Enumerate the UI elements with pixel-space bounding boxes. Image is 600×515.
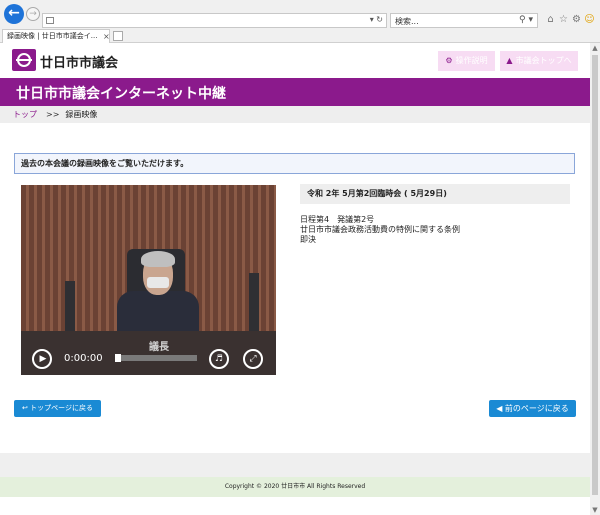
agenda-result: 即決 bbox=[300, 235, 316, 244]
page-favicon-icon bbox=[46, 17, 54, 24]
browser-tab[interactable]: 録画映像 | 廿日市市議会イ... × bbox=[2, 29, 110, 43]
council-top-button[interactable]: ▲ 市議会トップへ bbox=[500, 51, 578, 71]
video-player[interactable]: 議長 bbox=[21, 185, 276, 375]
gear-icon: ⚙ bbox=[445, 56, 453, 65]
video-progress-bar[interactable] bbox=[115, 354, 197, 362]
scroll-up-icon[interactable]: ▲ bbox=[590, 44, 600, 52]
arrow-return-icon: ↩ bbox=[22, 404, 28, 412]
video-speaker-mask bbox=[147, 277, 169, 288]
refresh-icon[interactable]: ▾ ↻ bbox=[370, 15, 383, 24]
site-name[interactable]: 廿日市市議会 bbox=[40, 52, 118, 71]
title-band: 廿日市市議会インターネット中継 bbox=[0, 78, 590, 106]
url-input[interactable]: ▾ ↻ bbox=[42, 13, 387, 28]
triangle-left-icon: ◀ bbox=[496, 404, 503, 413]
back-to-previous-button[interactable]: ◀ 前のページに戻る bbox=[489, 400, 576, 417]
agenda-subject: 廿日市市議会政務活動費の特例に関する条例 bbox=[300, 225, 460, 234]
breadcrumb: トップ >> 録画映像 bbox=[0, 106, 590, 123]
vertical-scrollbar[interactable]: ▲ ▼ bbox=[590, 43, 600, 515]
browser-address-bar: ← → ▾ ↻ 検索... ⚲ ▾ ⌂ ☆ ⚙ ☺ bbox=[0, 0, 600, 28]
breadcrumb-separator: >> bbox=[46, 110, 60, 119]
video-microphone-left bbox=[65, 281, 75, 331]
footer-spacer bbox=[0, 453, 590, 477]
meeting-detail: 日程第4 発議第2号 廿日市市議会政務活動費の特例に関する条例 即決 bbox=[300, 215, 570, 245]
breadcrumb-current: 録画映像 bbox=[65, 110, 98, 119]
name-plate: 議長 bbox=[149, 342, 169, 353]
help-button[interactable]: ⚙ 操作説明 bbox=[438, 51, 495, 71]
close-icon[interactable]: × bbox=[103, 30, 109, 43]
agenda-item: 日程第4 発議第2号 bbox=[300, 215, 375, 224]
search-icon[interactable]: ⚲ ▾ bbox=[519, 15, 533, 25]
page-content: 廿日市市議会 ⚙ 操作説明 ▲ 市議会トップへ 廿日市市議会インターネット中継 トッ… bbox=[0, 43, 590, 515]
gear-icon[interactable]: ⚙ bbox=[570, 13, 583, 27]
back-to-top-button[interactable]: ↩ トップページに戻る bbox=[14, 400, 101, 417]
favorites-star-icon[interactable]: ☆ bbox=[557, 13, 570, 27]
browser-search-input[interactable]: 検索... ⚲ ▾ bbox=[390, 13, 538, 28]
meeting-title: 令和 2年 5月第2回臨時会 ( 5月29日) bbox=[300, 184, 570, 204]
search-placeholder: 検索... bbox=[395, 17, 419, 26]
volume-icon[interactable]: ♬ bbox=[209, 349, 229, 369]
smiley-feedback-icon[interactable]: ☺ bbox=[583, 13, 596, 27]
breadcrumb-home-link[interactable]: トップ bbox=[13, 110, 37, 119]
play-icon[interactable]: ▶ bbox=[32, 349, 52, 369]
forward-arrow-icon[interactable]: → bbox=[26, 7, 40, 21]
video-microphone-right bbox=[249, 273, 259, 331]
tab-title: 録画映像 | 廿日市市議会イ... bbox=[7, 32, 98, 40]
page-title: 廿日市市議会インターネット中継 bbox=[16, 86, 226, 102]
city-emblem-icon[interactable] bbox=[12, 49, 36, 71]
video-speaker-hair bbox=[141, 251, 175, 267]
video-time: 0:00:00 bbox=[64, 353, 103, 364]
home-icon[interactable]: ⌂ bbox=[544, 13, 557, 27]
scroll-down-icon[interactable]: ▼ bbox=[590, 506, 600, 514]
fullscreen-icon[interactable]: ⤢ bbox=[243, 349, 263, 369]
progress-knob[interactable] bbox=[115, 354, 121, 362]
site-header: 廿日市市議会 ⚙ 操作説明 ▲ 市議会トップへ bbox=[0, 43, 590, 78]
browser-toolbar-icons: ⌂ ☆ ⚙ ☺ bbox=[544, 13, 600, 27]
browser-tab-bar: 録画映像 | 廿日市市議会イ... × bbox=[0, 28, 600, 43]
copyright-footer: Copyright © 2020 廿日市市 All Rights Reserve… bbox=[0, 477, 590, 497]
back-arrow-icon[interactable]: ← bbox=[4, 4, 24, 24]
notice-box: 過去の本会議の録画映像をご覧いただけます。 bbox=[14, 153, 575, 174]
building-icon: ▲ bbox=[506, 56, 513, 65]
scrollbar-thumb[interactable] bbox=[592, 55, 598, 495]
new-tab-button[interactable] bbox=[113, 31, 123, 41]
